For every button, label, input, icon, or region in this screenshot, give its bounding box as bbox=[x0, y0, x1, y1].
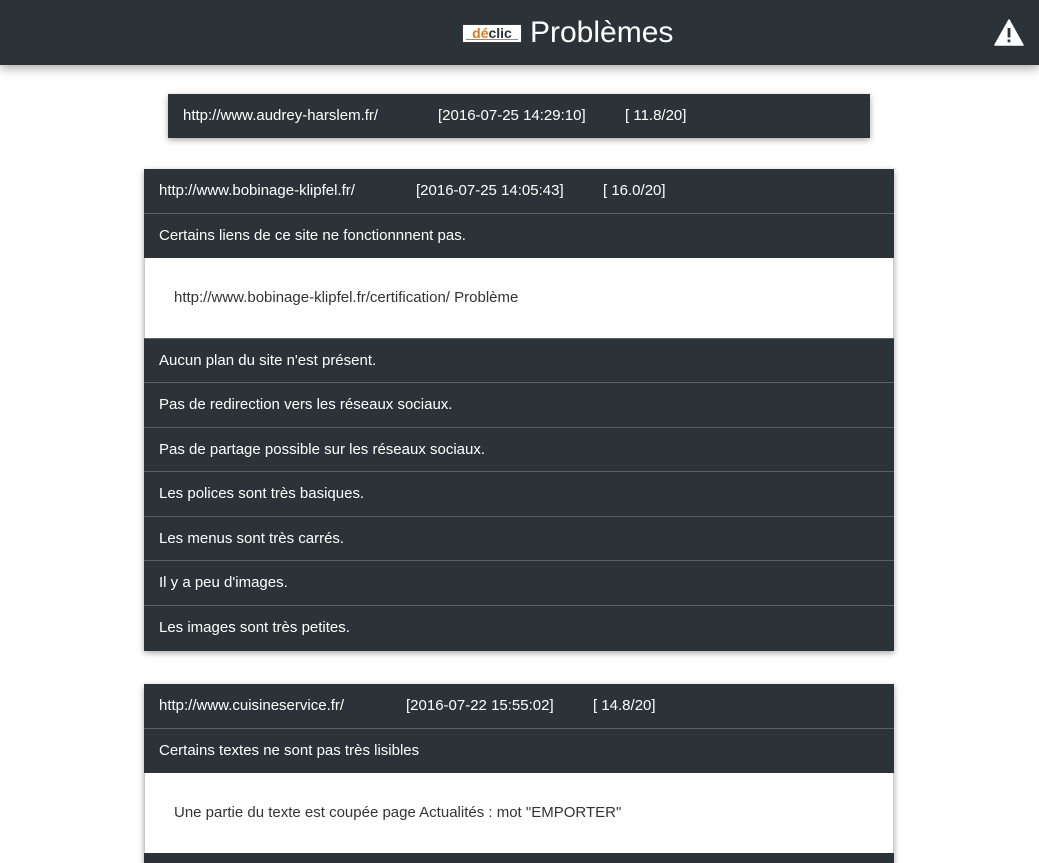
logo-text-part1: dé bbox=[472, 25, 489, 41]
site-url: http://www.bobinage-klipfel.fr/ bbox=[159, 182, 355, 199]
audit-date: [2016-07-25 14:29:10] bbox=[438, 107, 586, 124]
logo-text-part2: clic bbox=[488, 25, 512, 41]
declic-logo[interactable]: dé clic bbox=[462, 23, 522, 43]
audit-score: [ 16.0/20] bbox=[603, 182, 666, 199]
site-url: http://www.audrey-harslem.fr/ bbox=[183, 107, 379, 124]
problem-item[interactable]: Les images sont très petites. bbox=[144, 604, 894, 650]
problem-detail: Une partie du texte est coupée page Actu… bbox=[144, 772, 894, 853]
problem-item[interactable]: Pas de partage possible sur les réseaux … bbox=[144, 426, 894, 472]
problem-item[interactable]: Les polices sont très basiques. bbox=[144, 471, 894, 516]
site-url: http://www.cuisineservice.fr/ bbox=[159, 697, 345, 714]
problem-item[interactable]: Les menus sont très carrés. bbox=[144, 515, 894, 561]
problem-detail: http://www.bobinage-klipfel.fr/certifica… bbox=[144, 257, 894, 338]
audit-score: [ 11.8/20] bbox=[625, 107, 687, 124]
site-card-header[interactable]: http://www.cuisineservice.fr/ [2016-07-2… bbox=[144, 684, 894, 728]
problem-item[interactable]: Certains liens de ce site ne fonctionnne… bbox=[144, 213, 894, 258]
problem-item[interactable]: Il y a peu d'images. bbox=[144, 560, 894, 605]
warning-button[interactable] bbox=[994, 19, 1024, 46]
page-title: Problèmes bbox=[530, 16, 674, 49]
problem-item[interactable]: Certains textes ne sont pas très lisible… bbox=[144, 728, 894, 773]
site-card: http://www.bobinage-klipfel.fr/ [2016-07… bbox=[144, 169, 894, 651]
warning-triangle-icon bbox=[994, 19, 1024, 46]
site-card[interactable]: http://www.audrey-harslem.fr/ [2016-07-2… bbox=[168, 94, 870, 138]
brand: dé clic Problèmes bbox=[462, 14, 673, 52]
audit-date: [2016-07-25 14:05:43] bbox=[416, 182, 564, 199]
audit-score: [ 14.8/20] bbox=[593, 697, 656, 714]
site-card: http://www.cuisineservice.fr/ [2016-07-2… bbox=[144, 684, 894, 863]
problem-item[interactable]: Pas de redirection vers les réseaux soci… bbox=[144, 382, 894, 427]
audit-date: [2016-07-22 15:55:02] bbox=[406, 697, 554, 714]
app-header: dé clic Problèmes bbox=[0, 0, 1039, 65]
site-card-header[interactable]: http://www.audrey-harslem.fr/ [2016-07-2… bbox=[168, 94, 870, 138]
site-card-header[interactable]: http://www.bobinage-klipfel.fr/ [2016-07… bbox=[144, 169, 894, 213]
problem-item[interactable]: Aucun plan du site n'est présent. bbox=[144, 337, 894, 383]
